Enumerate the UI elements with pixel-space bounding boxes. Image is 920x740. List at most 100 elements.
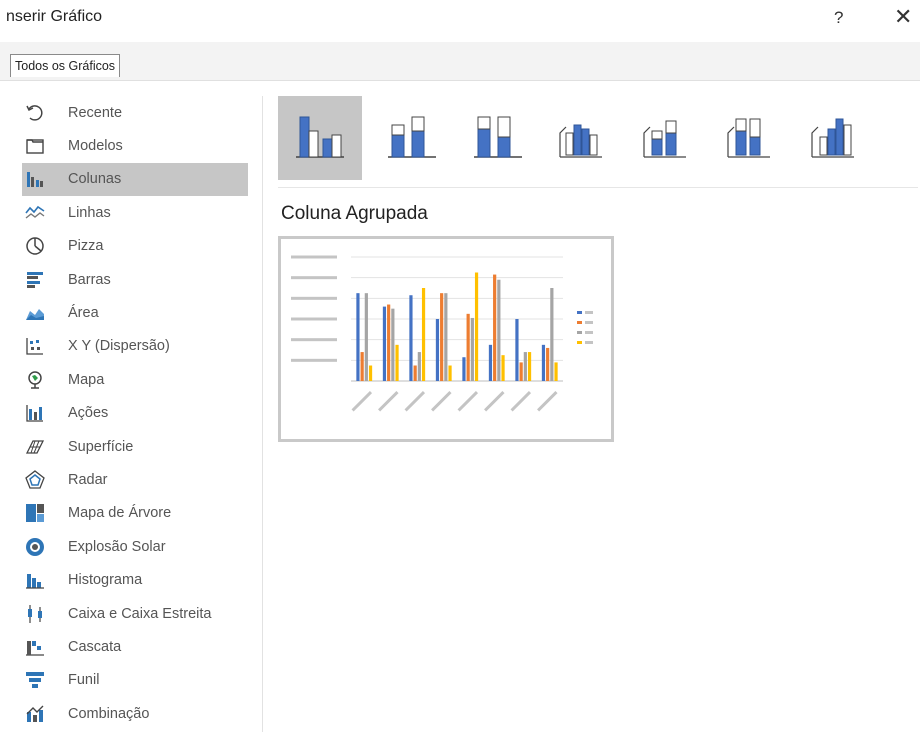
x-tick-label bbox=[510, 391, 532, 412]
sidebar-item-histogram[interactable]: Histograma bbox=[22, 563, 248, 596]
sidebar-item-waterfall[interactable]: Cascata bbox=[22, 630, 248, 663]
sidebar-item-label: Combinação bbox=[68, 705, 150, 722]
dialog-title-bar: nserir Gráfico ? ✕ bbox=[0, 0, 920, 42]
sidebar-item-scatter[interactable]: X Y (Dispersão) bbox=[22, 330, 248, 363]
histogram-icon bbox=[25, 570, 45, 590]
sidebar-item-radar[interactable]: Radar bbox=[22, 463, 248, 496]
sidebar-item-label: Explosão Solar bbox=[68, 538, 166, 555]
chart-bar bbox=[523, 352, 527, 381]
subtype-clustered-column[interactable] bbox=[278, 96, 362, 180]
sidebar-item-label: Barras bbox=[68, 271, 111, 288]
map-chart-icon bbox=[25, 370, 45, 390]
3d-100-stacked-column-icon bbox=[724, 113, 776, 164]
legend-swatch bbox=[577, 341, 582, 344]
sidebar-item-label: Mapa de Árvore bbox=[68, 505, 172, 522]
sidebar-item-label: Caixa e Caixa Estreita bbox=[68, 605, 212, 622]
chart-bar bbox=[387, 304, 391, 381]
subtype-stacked-column[interactable] bbox=[370, 96, 454, 180]
sidebar-item-combo[interactable]: Combinação bbox=[22, 697, 248, 730]
column-chart-icon bbox=[25, 169, 45, 189]
legend-entry bbox=[585, 321, 593, 324]
x-tick-label bbox=[484, 390, 505, 412]
x-tick-label bbox=[404, 391, 426, 412]
combo-chart-icon bbox=[25, 704, 45, 724]
surface-chart-icon bbox=[25, 437, 45, 457]
stock-chart-icon bbox=[25, 403, 45, 423]
chart-bar bbox=[501, 355, 505, 381]
chart-bar bbox=[409, 295, 413, 381]
chart-type-list: Recente Modelos Colunas Linhas Pizza Bar… bbox=[22, 96, 248, 730]
sidebar-item-treemap[interactable]: Mapa de Árvore bbox=[22, 497, 248, 530]
x-tick-label bbox=[431, 391, 452, 412]
y-tick-label bbox=[291, 317, 337, 321]
y-tick-label bbox=[291, 358, 337, 362]
3d-column-icon bbox=[808, 113, 860, 164]
box-whisker-icon bbox=[25, 604, 45, 624]
chart-preview-plot bbox=[291, 255, 593, 412]
subtype-3d-clustered-column[interactable] bbox=[540, 96, 624, 180]
gallery-separator bbox=[278, 187, 918, 188]
sidebar-item-recent[interactable]: Recente bbox=[22, 96, 248, 129]
pie-chart-icon bbox=[25, 236, 45, 256]
chart-bar bbox=[466, 313, 470, 381]
bar-chart-icon bbox=[25, 270, 45, 290]
legend-entry bbox=[585, 311, 593, 314]
sidebar-item-box-whisker[interactable]: Caixa e Caixa Estreita bbox=[22, 597, 248, 630]
recent-icon bbox=[25, 103, 45, 123]
chart-bar bbox=[519, 362, 523, 381]
x-tick-label bbox=[457, 391, 479, 412]
sidebar-item-bars[interactable]: Barras bbox=[22, 263, 248, 296]
sidebar-item-label: Colunas bbox=[68, 171, 122, 188]
chart-preview[interactable] bbox=[278, 236, 614, 442]
sidebar-item-area[interactable]: Área bbox=[22, 296, 248, 329]
sidebar-item-label: Ações bbox=[68, 405, 109, 422]
x-tick-label bbox=[351, 390, 373, 412]
sidebar-item-funnel[interactable]: Funil bbox=[22, 664, 248, 697]
waterfall-icon bbox=[25, 637, 45, 657]
sidebar-item-label: Radar bbox=[68, 471, 108, 488]
chart-bar bbox=[554, 362, 558, 381]
help-button[interactable]: ? bbox=[834, 8, 843, 28]
selected-subtype-name: Coluna Agrupada bbox=[281, 203, 428, 224]
chart-bar bbox=[395, 344, 399, 381]
subtype-3d-column[interactable] bbox=[792, 96, 876, 180]
chart-bar bbox=[497, 279, 501, 381]
sidebar-item-label: Mapa bbox=[68, 371, 105, 388]
y-tick-label bbox=[291, 338, 337, 342]
sidebar-item-sunburst[interactable]: Explosão Solar bbox=[22, 530, 248, 563]
sidebar-item-label: Superfície bbox=[68, 438, 134, 455]
dialog-title: nserir Gráfico bbox=[6, 8, 103, 25]
funnel-icon bbox=[25, 670, 45, 690]
chart-bar bbox=[527, 352, 532, 381]
clustered-column-icon bbox=[294, 113, 346, 164]
chart-bar bbox=[368, 365, 373, 381]
subtype-3d-100-stacked-column[interactable] bbox=[708, 96, 792, 180]
chart-bar bbox=[444, 293, 448, 381]
legend-entry bbox=[585, 341, 593, 344]
sidebar-item-surface[interactable]: Superfície bbox=[22, 430, 248, 463]
chart-bar bbox=[382, 306, 387, 381]
radar-chart-icon bbox=[25, 470, 45, 490]
chart-bar bbox=[356, 293, 360, 381]
sidebar-item-map[interactable]: Mapa bbox=[22, 363, 248, 396]
sidebar-item-columns[interactable]: Colunas bbox=[22, 162, 248, 197]
3d-stacked-column-icon bbox=[640, 113, 692, 164]
panel-divider bbox=[262, 96, 263, 732]
tab-all-charts[interactable]: Todos os Gráficos bbox=[10, 54, 121, 77]
chart-bar bbox=[546, 347, 550, 381]
sidebar-item-stock[interactable]: Ações bbox=[22, 397, 248, 430]
sidebar-item-label: Recente bbox=[68, 104, 123, 121]
sidebar-item-lines[interactable]: Linhas bbox=[22, 196, 248, 229]
chart-bar bbox=[541, 344, 546, 381]
chart-bar bbox=[474, 272, 479, 381]
subtype-100-stacked-column[interactable] bbox=[456, 96, 540, 180]
chart-bar bbox=[391, 308, 395, 381]
y-tick-label bbox=[291, 255, 337, 259]
close-button[interactable]: ✕ bbox=[894, 4, 912, 30]
sidebar-item-templates[interactable]: Modelos bbox=[22, 129, 248, 162]
chart-bar bbox=[550, 288, 554, 381]
legend-entry bbox=[585, 331, 593, 334]
sidebar-item-pie[interactable]: Pizza bbox=[22, 230, 248, 263]
subtype-3d-stacked-column[interactable] bbox=[624, 96, 708, 180]
100-stacked-column-icon bbox=[472, 113, 524, 164]
